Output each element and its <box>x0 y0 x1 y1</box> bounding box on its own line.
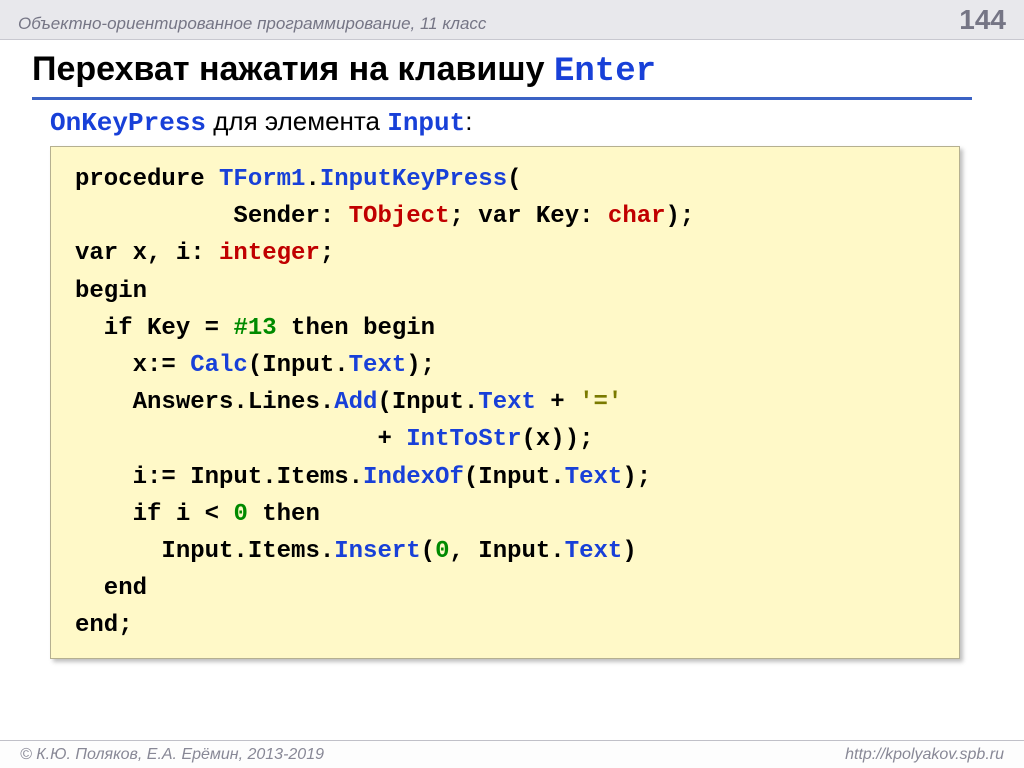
c: ; <box>320 240 334 267</box>
c: x:= <box>75 352 190 379</box>
code-block: procedure TForm1.InputKeyPress( Sender: … <box>50 146 960 659</box>
slide-header: Объектно-ориентированное программировани… <box>0 0 1024 40</box>
c: (Input. <box>248 352 349 379</box>
slide-subtitle: OnKeyPress для элемента Input: <box>50 106 1024 138</box>
sub-t3: Input <box>387 108 465 138</box>
slide-title: Перехват нажатия на клавишу Enter <box>32 50 972 100</box>
c: ( <box>507 166 521 193</box>
c: then begin <box>277 315 435 342</box>
c: Calc <box>190 352 248 379</box>
c: #13 <box>233 315 276 342</box>
c: var x, i: <box>75 240 219 267</box>
c: (Input. <box>464 464 565 491</box>
c: TObject <box>349 203 450 230</box>
c: ); <box>622 464 651 491</box>
c: . <box>305 166 319 193</box>
c: Insert <box>334 538 420 565</box>
c: then <box>248 501 320 528</box>
c: if i < <box>75 501 233 528</box>
c: char <box>608 203 666 230</box>
c: Text <box>565 538 623 565</box>
c: , Input. <box>449 538 564 565</box>
c: Answers.Lines. <box>75 389 334 416</box>
c: if Key = <box>75 315 233 342</box>
c: 0 <box>233 501 247 528</box>
c: procedure <box>75 166 219 193</box>
c: integer <box>219 240 320 267</box>
c: 0 <box>435 538 449 565</box>
c: end <box>75 575 147 602</box>
c: end; <box>75 612 133 639</box>
footer-copyright: © К.Ю. Поляков, Е.А. Ерёмин, 2013-2019 <box>20 746 324 764</box>
title-text: Перехват нажатия на клавишу <box>32 50 554 88</box>
c: ( <box>421 538 435 565</box>
c: Text <box>349 352 407 379</box>
c: ) <box>622 538 636 565</box>
c: ); <box>666 203 695 230</box>
title-mono: Enter <box>554 53 656 91</box>
slide: Объектно-ориентированное программировани… <box>0 0 1024 768</box>
slide-footer: © К.Ю. Поляков, Е.А. Ерёмин, 2013-2019 h… <box>0 740 1024 768</box>
c: IndexOf <box>363 464 464 491</box>
c: Add <box>334 389 377 416</box>
header-topic: Объектно-ориентированное программировани… <box>18 14 486 34</box>
sub-t1: OnKeyPress <box>50 108 206 138</box>
sub-t4: : <box>465 106 472 136</box>
c: i:= Input.Items. <box>75 464 363 491</box>
sub-t2: для элемента <box>206 106 387 136</box>
c: Text <box>565 464 623 491</box>
c: + <box>536 389 579 416</box>
c: TForm1 <box>219 166 305 193</box>
c: begin <box>75 278 147 305</box>
c: IntToStr <box>406 426 521 453</box>
c: ); <box>406 352 435 379</box>
c: ; var Key: <box>449 203 607 230</box>
c: '=' <box>579 389 622 416</box>
c: Text <box>478 389 536 416</box>
footer-url: http://kpolyakov.spb.ru <box>845 746 1004 764</box>
c: Input.Items. <box>75 538 334 565</box>
c: InputKeyPress <box>320 166 507 193</box>
c: (Input. <box>377 389 478 416</box>
page-number: 144 <box>959 4 1006 36</box>
c: Sender: <box>75 203 349 230</box>
c: + <box>75 426 406 453</box>
c: (x)); <box>521 426 593 453</box>
